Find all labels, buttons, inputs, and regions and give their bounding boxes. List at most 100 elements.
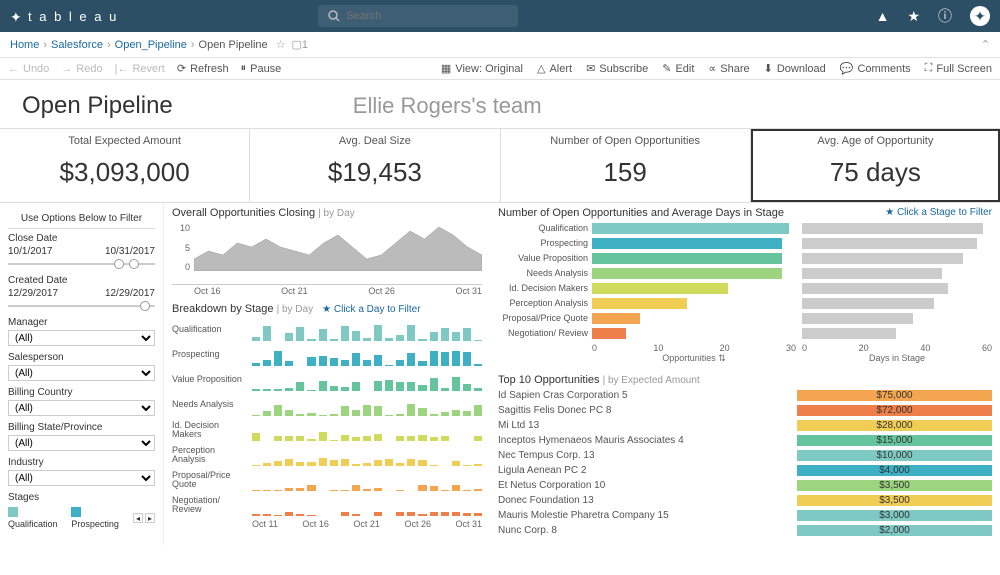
subscribe-button[interactable]: ✉ Subscribe [586,62,648,75]
top10-row[interactable]: Donec Foundation 13$3,500 [498,493,992,507]
search-icon [328,10,340,22]
stage-days-row[interactable] [802,221,992,235]
stage-row[interactable]: Value Proposition [498,251,796,265]
breakdown-label: Needs Analysis [172,400,248,409]
top-icons: ▲ ★ ⓘ ✦ [876,6,990,26]
top10-row[interactable]: Mauris Molestie Pharetra Company 15$3,00… [498,508,992,522]
mid-column: Overall Opportunities Closing | by Day 1… [164,203,490,545]
breadcrumb-home[interactable]: Home [10,39,39,51]
kpi-row: Total Expected Amount $3,093,000 Avg. De… [0,128,1000,203]
legend-item[interactable]: Prospecting [71,507,123,529]
close-date-slider[interactable] [8,259,155,269]
filter-created-date: Created Date 12/29/2017 12/29/2017 [8,275,155,311]
breakdown-row[interactable]: Perception Analysis [172,442,482,467]
share-button[interactable]: ∝ Share [708,62,749,75]
billing-state-select[interactable]: (All) [8,435,155,451]
page-subtitle: Ellie Rogers's team [353,93,542,119]
stage-days-row[interactable] [802,326,992,340]
stage-row[interactable]: Proposal/Price Quote [498,311,796,325]
kpi-open-opps[interactable]: Number of Open Opportunities 159 [501,129,751,202]
undo-button[interactable]: ← Undo [8,62,49,75]
stage-days-row[interactable] [802,236,992,250]
comments-button[interactable]: 💬 Comments [840,62,911,75]
top10-row[interactable]: Inceptos Hymenaeos Mauris Associates 4$1… [498,433,992,447]
legend-next-icon[interactable]: ▸ [145,513,155,523]
billing-country-select[interactable]: (All) [8,400,155,416]
top10-row[interactable]: Ligula Aenean PC 2$4,000 [498,463,992,477]
breadcrumb-project[interactable]: Salesforce [51,39,103,51]
redo-button[interactable]: → Redo [61,62,102,75]
overall-title: Overall Opportunities Closing | by Day [172,207,482,219]
breakdown-row[interactable]: Qualification [172,317,482,342]
toolbar: ← Undo → Redo |← Revert ⟳ Refresh ⏸ Paus… [0,58,1000,80]
view-button[interactable]: ▦ View: Original [441,62,523,75]
kpi-total-expected[interactable]: Total Expected Amount $3,093,000 [0,129,250,202]
stage-row[interactable]: Qualification [498,221,796,235]
stage-row[interactable]: Needs Analysis [498,266,796,280]
filter-close-date: Close Date 10/1/2017 10/31/2017 [8,233,155,269]
breakdown-label: Qualification [172,325,248,334]
brand-text: t a b l e a u [28,9,118,24]
stage-chart[interactable]: QualificationProspectingValue Propositio… [498,221,992,341]
alert-icon[interactable]: ▲ [876,8,890,24]
top10-row[interactable]: Sagittis Felis Donec PC 8$72,000 [498,403,992,417]
stage-days-row[interactable] [802,296,992,310]
breakdown-row[interactable]: Negotiation/ Review [172,492,482,517]
dashboard-header: Open Pipeline Ellie Rogers's team [0,80,1000,128]
breakdown-row[interactable]: Needs Analysis [172,392,482,417]
breakdown-row[interactable]: Proposal/Price Quote [172,467,482,492]
stage-row[interactable]: Negotiation/ Review [498,326,796,340]
breakdown-row[interactable]: Prospecting [172,342,482,367]
favorite-outline-icon[interactable]: ☆ [276,38,286,51]
kpi-avg-age[interactable]: Avg. Age of Opportunity 75 days [751,129,1000,202]
info-icon[interactable]: ⓘ [938,6,952,26]
alert-button[interactable]: △ Alert [537,62,572,75]
stage-days-row[interactable] [802,251,992,265]
breakdown-label: Prospecting [172,350,248,359]
stages-legend: Qualification Prospecting ◂▸ [8,507,155,529]
industry-select[interactable]: (All) [8,470,155,486]
breakdown-label: Proposal/Price Quote [172,471,248,489]
stage-days-row[interactable] [802,281,992,295]
breakdown-row[interactable]: Value Proposition [172,367,482,392]
tabs-icon[interactable]: ▢1 [292,38,309,51]
top10-row[interactable]: Id Sapien Cras Corporation 5$75,000 [498,388,992,402]
stage-row[interactable]: Perception Analysis [498,296,796,310]
stage-row[interactable]: Prospecting [498,236,796,250]
top10-title: Top 10 Opportunities | by Expected Amoun… [498,374,992,386]
avatar[interactable]: ✦ [970,6,990,26]
download-button[interactable]: ⬇ Download [764,62,826,75]
breadcrumb-current: Open Pipeline [199,39,268,51]
breadcrumb: Home › Salesforce › Open_Pipeline › Open… [0,32,1000,58]
search-input[interactable] [346,10,508,22]
edit-button[interactable]: ✎ Edit [662,62,694,75]
breadcrumb-workbook[interactable]: Open_Pipeline [115,39,187,51]
breakdown-section: Breakdown by Stage | by Day ★ Click a Da… [172,303,482,529]
kpi-avg-deal[interactable]: Avg. Deal Size $19,453 [250,129,500,202]
created-date-slider[interactable] [8,301,155,311]
top10-row[interactable]: Nunc Corp. 8$2,000 [498,523,992,537]
stage-days-row[interactable] [802,266,992,280]
logo[interactable]: t a b l e a u [10,9,118,24]
breakdown-label: Value Proposition [172,375,248,384]
search-box[interactable] [318,5,518,27]
stage-days-row[interactable] [802,311,992,325]
salesperson-select[interactable]: (All) [8,365,155,381]
breakdown-row[interactable]: Id. Decision Makers [172,417,482,442]
revert-button[interactable]: |← Revert [115,62,165,75]
dashboard-body: Use Options Below to Filter Close Date 1… [0,203,1000,545]
refresh-button[interactable]: ⟳ Refresh [177,62,229,75]
manager-select[interactable]: (All) [8,330,155,346]
legend-prev-icon[interactable]: ◂ [133,513,143,523]
top10-row[interactable]: Et Netus Corporation 10$3,500 [498,478,992,492]
pause-button[interactable]: ⏸ Pause [241,62,282,75]
stage-row[interactable]: Id. Decision Makers [498,281,796,295]
overall-area-chart[interactable]: 1050 Oct 16Oct 21Oct 26Oct 31 [172,223,482,285]
fullscreen-button[interactable]: ⛶ Full Screen [925,62,992,75]
breakdown-label: Id. Decision Makers [172,421,248,439]
expand-icon[interactable]: ⌃ [981,38,990,51]
legend-item[interactable]: Qualification [8,507,61,529]
favorite-icon[interactable]: ★ [907,8,920,25]
top10-row[interactable]: Mi Ltd 13$28,000 [498,418,992,432]
top10-row[interactable]: Nec Tempus Corp. 13$10,000 [498,448,992,462]
